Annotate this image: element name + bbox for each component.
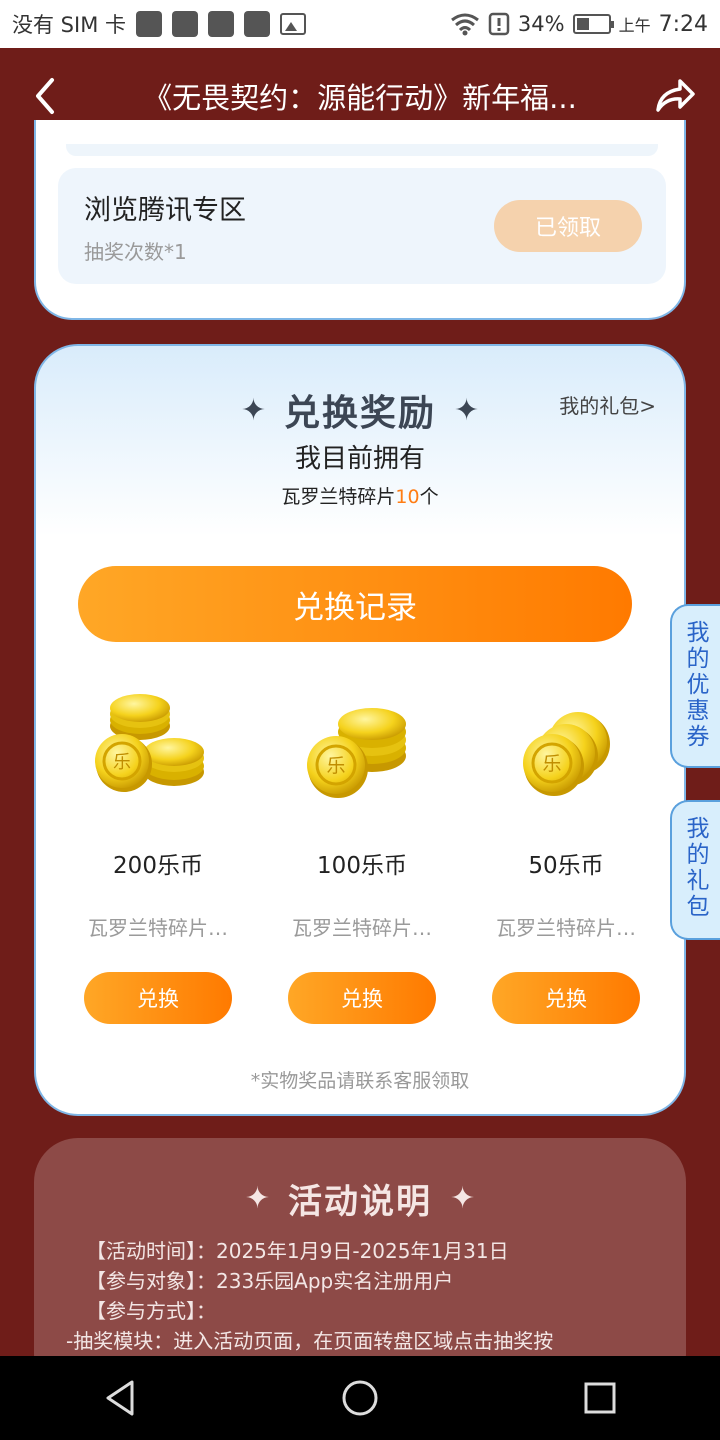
own-label: 我目前拥有 — [294, 444, 425, 474]
exchange-button[interactable]: 兑换 — [492, 972, 640, 1024]
coin-stack-icon: 乐 — [523, 712, 610, 796]
sparkle-icon: ✦ — [244, 1181, 270, 1216]
my-gift-link[interactable]: 我的礼包> — [559, 390, 656, 419]
tab-char: 优 — [686, 672, 710, 698]
previous-task-strip — [66, 144, 658, 156]
rules-line: 【参与对象】：233乐园App实名注册用户 — [86, 1269, 454, 1293]
prize-item: 乐 100乐币 瓦罗兰特碎片… 兑换 — [272, 686, 452, 1026]
navigation-bar — [0, 1356, 720, 1440]
tab-char: 礼 — [686, 868, 710, 894]
notification-icon — [208, 11, 234, 37]
fragment-unit: 个 — [419, 486, 439, 508]
nav-home-button[interactable] — [320, 1368, 400, 1428]
prize-cost: 瓦罗兰特碎片… — [88, 916, 228, 940]
fragment-count-line: 瓦罗兰特碎片10个 — [36, 482, 684, 509]
exchange-button[interactable]: 兑换 — [288, 972, 436, 1024]
prize-item: 乐 200乐币 瓦罗兰特碎片… 兑换 — [68, 686, 248, 1026]
carrier-label: 没有 SIM 卡 — [12, 13, 126, 37]
task-card: 浏览腾讯专区 抽奖次数*1 已领取 — [34, 120, 686, 320]
exchange-record-button[interactable]: 兑换记录 — [78, 566, 632, 642]
coin-stack-icon: 乐 — [95, 694, 204, 792]
tab-char: 我 — [686, 620, 710, 646]
notification-icon — [136, 11, 162, 37]
coin-stack-icon: 乐 — [307, 708, 406, 798]
sparkle-icon: ✦ — [240, 392, 266, 428]
prize-name: 50乐币 — [528, 853, 604, 879]
sparkle-icon: ✦ — [454, 392, 480, 428]
tab-char: 的 — [686, 646, 710, 672]
task-name: 浏览腾讯专区 — [84, 195, 246, 226]
share-arrow-icon — [656, 79, 695, 112]
rules-line: 【活动时间】：2025年1月9日-2025年1月31日 — [86, 1239, 509, 1263]
my-coupon-tab[interactable]: 我 的 优 惠 券 — [670, 604, 720, 768]
rules-text: 【活动时间】：2025年1月9日-2025年1月31日 【参与对象】：233乐园… — [66, 1236, 666, 1356]
prize-name: 200乐币 — [113, 853, 203, 879]
prize-cost: 瓦罗兰特碎片… — [496, 916, 636, 940]
coin-glyph: 乐 — [113, 752, 131, 773]
prize-name: 100乐币 — [317, 853, 407, 879]
circle-home-icon — [342, 1380, 378, 1416]
battery-icon — [572, 14, 614, 34]
status-bar: 没有 SIM 卡 34% 上午 7:24 — [0, 0, 720, 48]
coin-glyph: 乐 — [326, 755, 345, 777]
rules-line: 【参与方式】： — [86, 1299, 216, 1323]
tab-char: 惠 — [686, 698, 710, 724]
square-recent-icon — [584, 1382, 616, 1414]
prize-item: 乐 50乐币 瓦罗兰特碎片… 兑换 — [476, 686, 656, 1026]
claimed-button[interactable]: 已领取 — [494, 200, 642, 252]
sparkle-icon: ✦ — [450, 1181, 476, 1216]
task-reward: 抽奖次数*1 — [84, 240, 187, 264]
image-notification-icon — [280, 13, 306, 35]
wifi-icon — [450, 13, 479, 36]
tab-char: 券 — [686, 724, 710, 750]
chevron-left-icon — [36, 78, 54, 114]
battery-percent: 34% — [517, 12, 565, 36]
exchange-title: 兑换奖励 — [283, 393, 436, 434]
notification-icon — [172, 11, 198, 37]
tab-char: 的 — [686, 842, 710, 868]
battery-alert-icon — [488, 12, 510, 36]
clock: 7:24 — [658, 11, 708, 37]
fragment-count: 10 — [395, 486, 420, 508]
notification-icon — [244, 11, 270, 37]
task-item: 浏览腾讯专区 抽奖次数*1 已领取 — [58, 168, 666, 284]
ampm-label: 上午 — [618, 16, 651, 35]
triangle-back-icon — [106, 1380, 134, 1416]
nav-recent-button[interactable] — [560, 1368, 640, 1428]
prize-cost: 瓦罗兰特碎片… — [292, 916, 432, 940]
tab-char: 包 — [686, 894, 710, 920]
page-title: 《无畏契约：源能行动》新年福... — [143, 81, 577, 115]
coin-glyph: 乐 — [542, 753, 561, 775]
physical-prize-note: *实物奖品请联系客服领取 — [250, 1070, 470, 1092]
rules-line: -抽奖模块：进入活动页面，在页面转盘区域点击抽奖按 — [66, 1329, 554, 1353]
tab-char: 我 — [686, 816, 710, 842]
exchange-button[interactable]: 兑换 — [84, 972, 232, 1024]
exchange-card: ✦ 兑换奖励 ✦ 我的礼包> 我目前拥有 瓦罗兰特碎片10个 兑换记录 乐 20… — [34, 344, 686, 1116]
rules-title: 活动说明 — [288, 1182, 432, 1222]
nav-back-button[interactable] — [80, 1368, 160, 1428]
rules-title-row: ✦ 活动说明 ✦ — [34, 1174, 686, 1223]
my-gift-tab[interactable]: 我 的 礼 包 — [670, 800, 720, 940]
fragment-label: 瓦罗兰特碎片 — [281, 486, 396, 508]
